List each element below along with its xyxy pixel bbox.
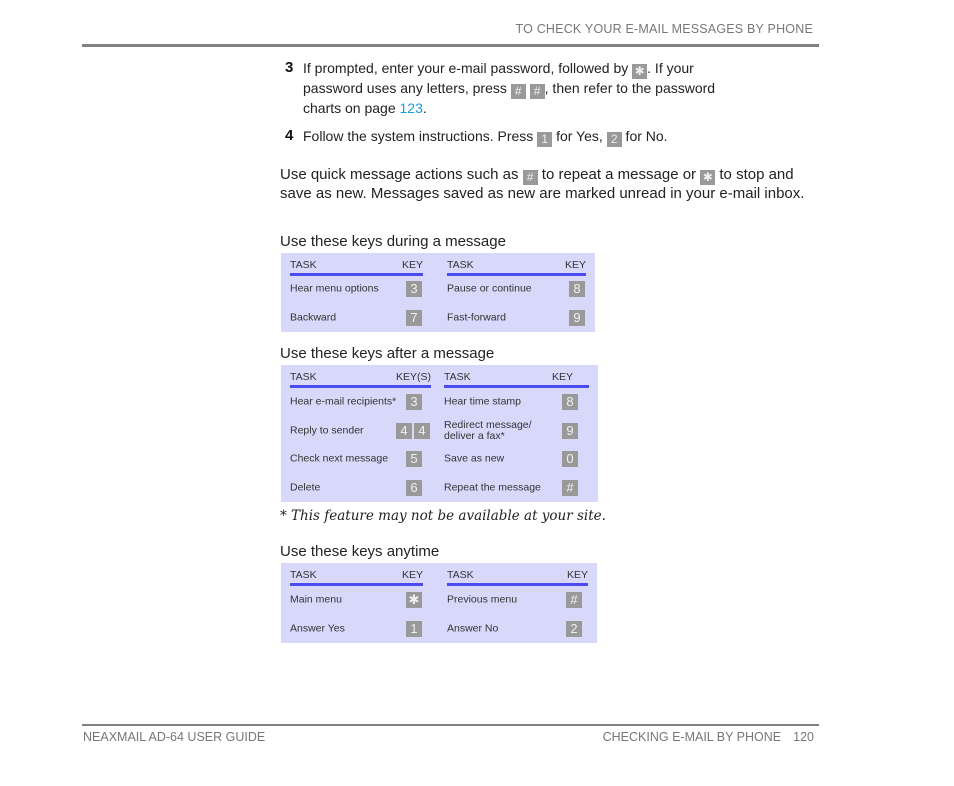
pound-key-icon: # bbox=[529, 84, 545, 99]
key-2-icon: 2 bbox=[566, 621, 582, 637]
task-multiline: Redirect message/deliver a fax* bbox=[444, 419, 532, 442]
header-rule bbox=[447, 273, 586, 276]
table-header: TASK KEY bbox=[447, 569, 588, 581]
pound-key-icon: # bbox=[566, 592, 582, 608]
table-row: Repeat the message # bbox=[444, 478, 589, 498]
running-head: TO CHECK YOUR E-MAIL MESSAGES BY PHONE bbox=[515, 22, 813, 36]
key-9-icon: 9 bbox=[562, 423, 578, 439]
table-row: Check next message 5 bbox=[290, 449, 431, 469]
table-header: TASK KEY bbox=[444, 371, 573, 383]
table-column-right: TASK KEY Pause or continue 8 Fast-forward 9 bbox=[447, 253, 586, 332]
table-column-left: TASK KEY Hear menu options 3 Backward 7 bbox=[290, 253, 423, 332]
page-link[interactable]: 123 bbox=[400, 100, 423, 116]
table-row: Main menu ✱ bbox=[290, 590, 423, 610]
step-number: 3 bbox=[285, 59, 294, 76]
key-3-icon: 3 bbox=[406, 281, 422, 297]
pound-key-icon: # bbox=[510, 84, 526, 99]
key-1-icon: 1 bbox=[406, 621, 422, 637]
table-header: TASK KEY bbox=[290, 569, 423, 581]
footer-section: CHECKING E-MAIL BY PHONE 120 bbox=[603, 730, 814, 744]
header-rule bbox=[290, 583, 423, 586]
header-rule bbox=[444, 385, 589, 388]
step-3: 3 If prompted, enter your e-mail passwor… bbox=[285, 59, 745, 118]
table-row: Redirect message/deliver a fax* 9 bbox=[444, 419, 589, 442]
table-row: Hear menu options 3 bbox=[290, 279, 423, 299]
keys-table-after: TASK KEY(S) Hear e-mail recipients* 3 Repl… bbox=[281, 365, 598, 502]
table-row: Hear time stamp 8 bbox=[444, 392, 589, 412]
section-title-anytime: Use these keys anytime bbox=[280, 543, 440, 560]
table-header: TASK KEY bbox=[290, 259, 423, 271]
table-row: Fast-forward 9 bbox=[447, 308, 586, 328]
pound-key-icon: # bbox=[562, 480, 578, 496]
table-row: Delete 6 bbox=[290, 478, 431, 498]
key-8-icon: 8 bbox=[569, 281, 585, 297]
table-row: Reply to sender 4 4 bbox=[290, 421, 431, 441]
star-key-icon: ✱ bbox=[406, 592, 422, 608]
page-number: 120 bbox=[793, 730, 814, 744]
table-column-left: TASK KEY(S) Hear e-mail recipients* 3 Repl… bbox=[290, 365, 431, 502]
pound-key-icon: # bbox=[522, 170, 538, 185]
header-rule bbox=[447, 583, 588, 586]
step-4: 4 Follow the system instructions. Press … bbox=[285, 127, 745, 147]
header-rule bbox=[290, 385, 431, 388]
table-row: Pause or continue 8 bbox=[447, 279, 586, 299]
star-key-icon: ✱ bbox=[632, 64, 648, 79]
key-9-icon: 9 bbox=[569, 310, 585, 326]
keys-table-anytime: TASK KEY Main menu ✱ Answer Yes 1 TASK KEY P… bbox=[281, 563, 597, 643]
table-row: Backward 7 bbox=[290, 308, 423, 328]
section-title-after: Use these keys after a message bbox=[280, 345, 495, 362]
keys-table-during: TASK KEY Hear menu options 3 Backward 7 TAS… bbox=[281, 253, 595, 332]
table-column-right: TASK KEY Previous menu # Answer No 2 bbox=[447, 563, 588, 643]
header-rule bbox=[290, 273, 423, 276]
key-4-icon: 4 bbox=[396, 423, 412, 439]
header-rule bbox=[82, 44, 819, 47]
section-title-during: Use these keys during a message bbox=[280, 233, 506, 250]
footer-section-title: CHECKING E-MAIL BY PHONE bbox=[602, 730, 782, 744]
key-0-icon: 0 bbox=[562, 451, 578, 467]
footer-rule bbox=[82, 724, 819, 726]
key-6-icon: 6 bbox=[406, 480, 422, 496]
intro-paragraph: Use quick message actions such as # to r… bbox=[280, 166, 805, 202]
step-text: Follow the system instructions. Press 1 … bbox=[303, 128, 668, 147]
table-row: Answer Yes 1 bbox=[290, 619, 423, 639]
table-header: TASK KEY bbox=[447, 259, 586, 271]
key-3-icon: 3 bbox=[406, 394, 422, 410]
table-row: Previous menu # bbox=[447, 590, 588, 610]
table-column-right: TASK KEY Hear time stamp 8 Redirect messag… bbox=[444, 365, 589, 502]
star-key-icon: ✱ bbox=[700, 170, 716, 185]
table-column-left: TASK KEY Main menu ✱ Answer Yes 1 bbox=[290, 563, 423, 643]
key-5-icon: 5 bbox=[406, 451, 422, 467]
key-2-icon: 2 bbox=[606, 132, 622, 147]
key-8-icon: 8 bbox=[562, 394, 578, 410]
step-text: If prompted, enter your e-mail password,… bbox=[303, 60, 716, 116]
key-7-icon: 7 bbox=[406, 310, 422, 326]
footer-guide-title: NEAXMAIL AD-64 USER GUIDE bbox=[83, 730, 266, 744]
table-header: TASK KEY(S) bbox=[290, 371, 431, 383]
table-row: Answer No 2 bbox=[447, 619, 588, 639]
table-row: Hear e-mail recipients* 3 bbox=[290, 392, 431, 412]
key-1-icon: 1 bbox=[537, 132, 553, 147]
footnote: * This feature may not be available at y… bbox=[280, 508, 606, 524]
step-number: 4 bbox=[285, 127, 294, 144]
key-4-icon: 4 bbox=[414, 423, 430, 439]
table-row: Save as new 0 bbox=[444, 449, 589, 469]
